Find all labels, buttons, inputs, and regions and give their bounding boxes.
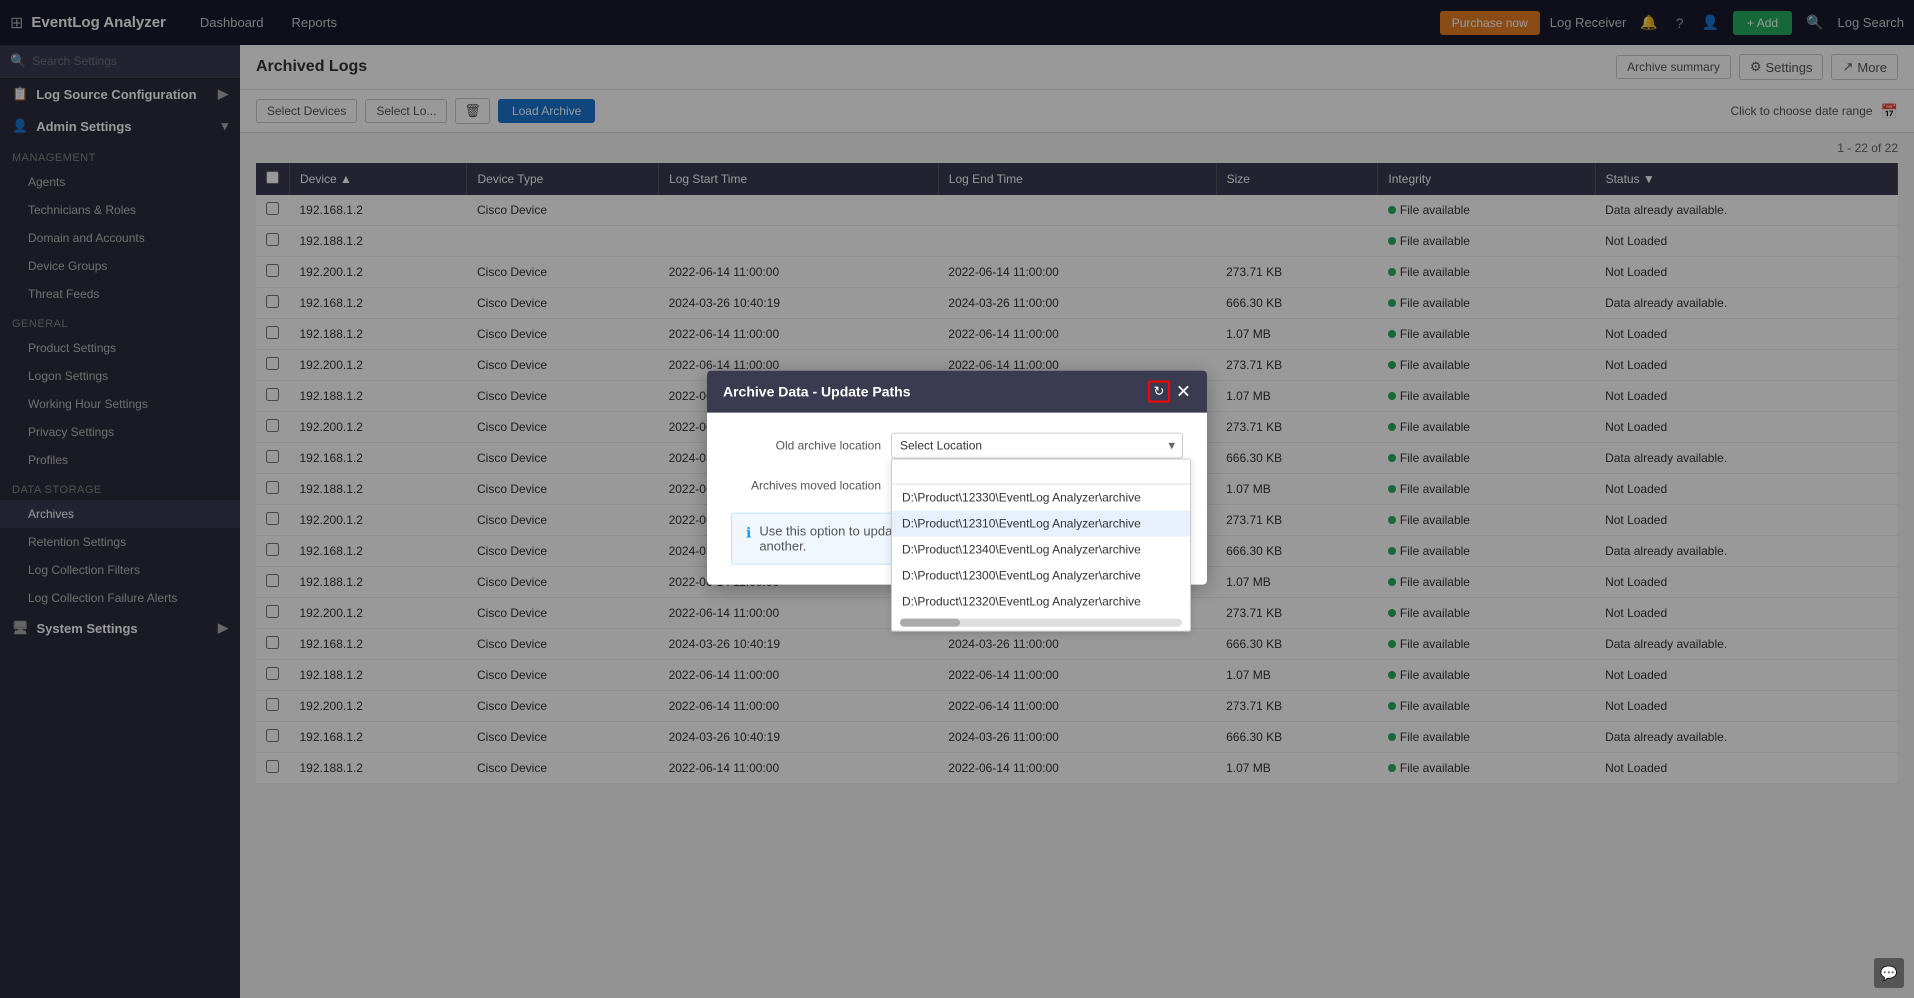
chat-icon[interactable]: 💬 — [1874, 958, 1904, 988]
dropdown-item[interactable]: D:\Product\12300\EventLog Analyzer\archi… — [892, 563, 1190, 589]
old-archive-row: Old archive location Select Location ▾ D… — [731, 433, 1183, 459]
modal-close-button[interactable]: ✕ — [1176, 383, 1191, 401]
old-archive-label: Old archive location — [731, 433, 881, 453]
modal-title: Archive Data - Update Paths — [723, 384, 911, 400]
modal-header-actions: ↻ ✕ — [1148, 381, 1191, 403]
scrollbar-thumb[interactable] — [900, 619, 960, 627]
dropdown-item[interactable]: D:\Product\12330\EventLog Analyzer\archi… — [892, 485, 1190, 511]
modal-body: Old archive location Select Location ▾ D… — [707, 413, 1207, 585]
modal-header: Archive Data - Update Paths ↻ ✕ — [707, 371, 1207, 413]
select-location-button[interactable]: Select Location — [891, 433, 1183, 459]
modal-reload-button[interactable]: ↻ — [1148, 381, 1170, 403]
dropdown-search-input[interactable] — [892, 460, 1190, 485]
dropdown-item[interactable]: D:\Product\12320\EventLog Analyzer\archi… — [892, 589, 1190, 615]
info-icon: ℹ — [746, 525, 751, 542]
dropdown-item[interactable]: D:\Product\12310\EventLog Analyzer\archi… — [892, 511, 1190, 537]
archives-moved-label: Archives moved location — [731, 473, 881, 493]
location-dropdown-menu: D:\Product\12330\EventLog Analyzer\archi… — [891, 459, 1191, 632]
scrollbar-track — [900, 619, 1182, 627]
old-archive-dropdown-wrap: Select Location ▾ D:\Product\12330\Event… — [891, 433, 1183, 459]
dropdown-item[interactable]: D:\Product\12340\EventLog Analyzer\archi… — [892, 537, 1190, 563]
dropdown-scrollbar — [892, 615, 1190, 631]
archive-update-modal: Archive Data - Update Paths ↻ ✕ Old arch… — [707, 371, 1207, 585]
